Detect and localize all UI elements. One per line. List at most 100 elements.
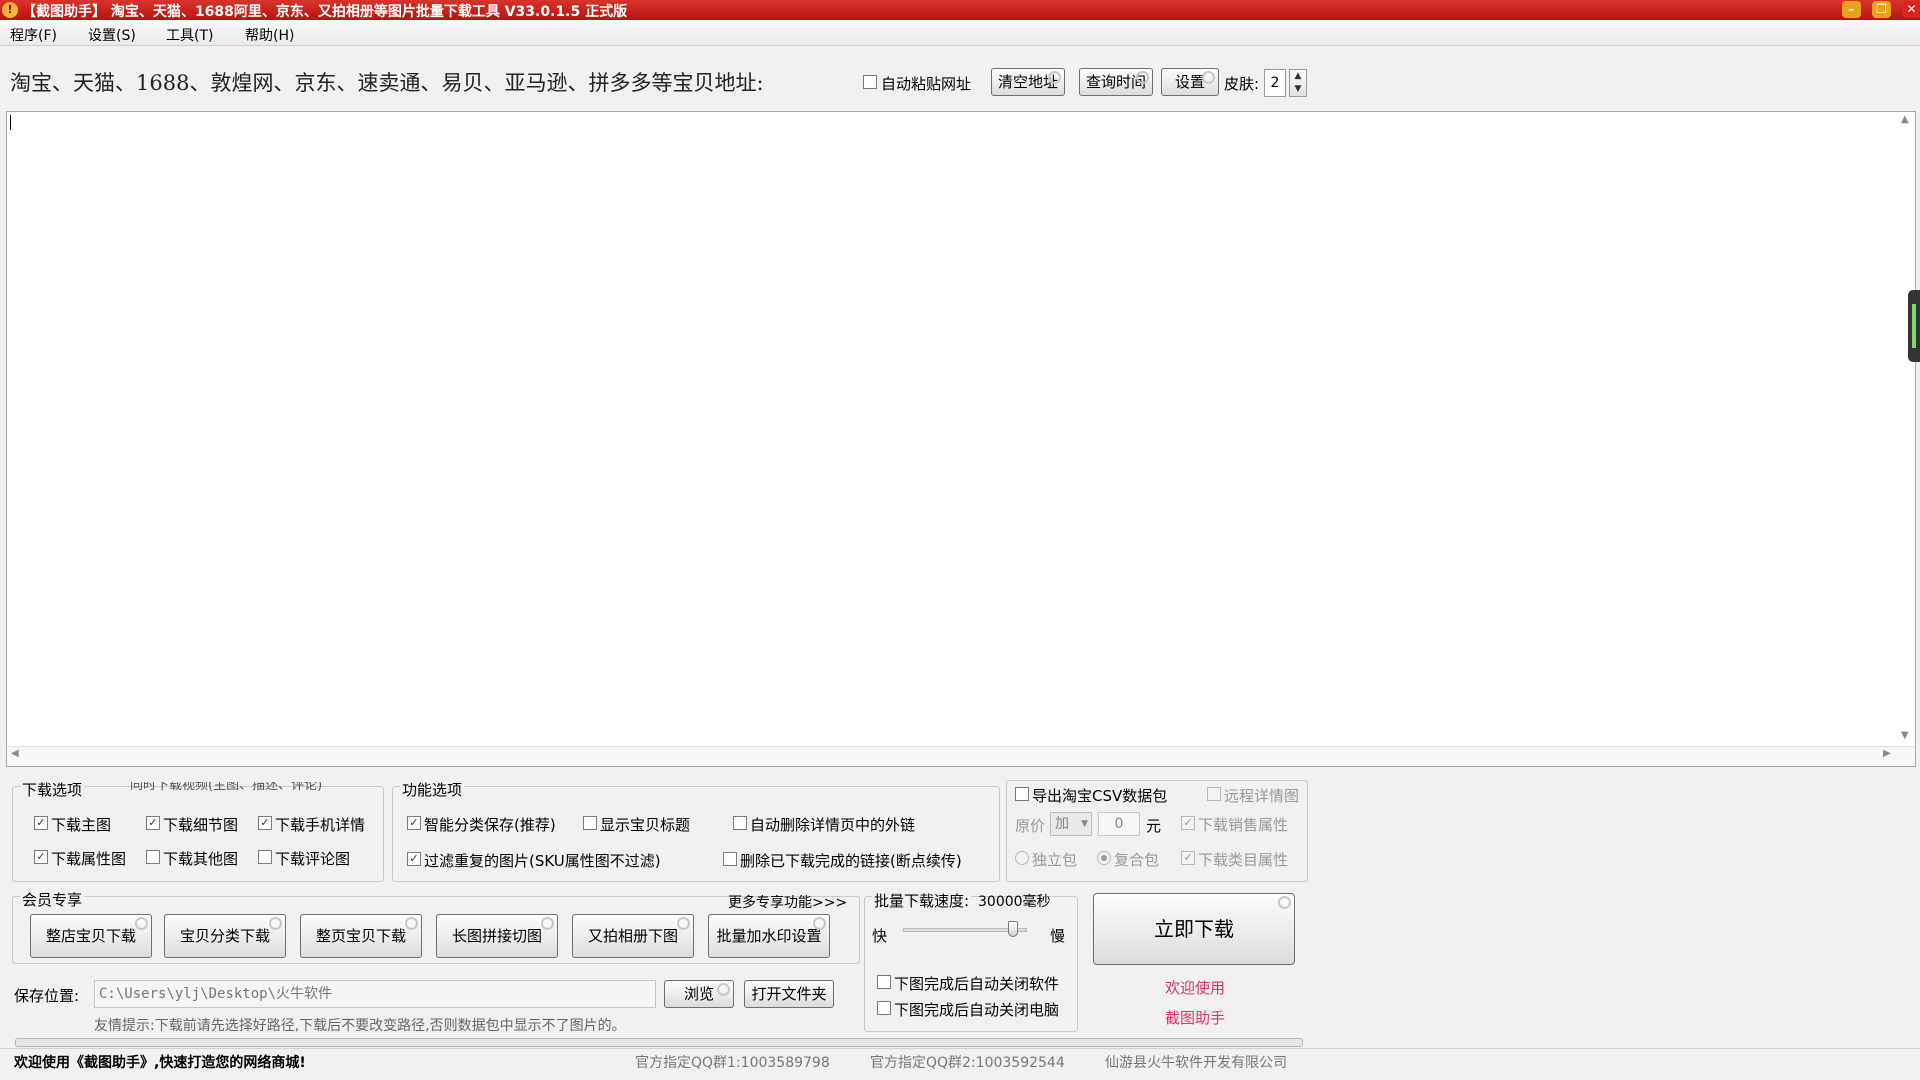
single-pack-label: 独立包 xyxy=(1032,851,1078,869)
menu-bar: 程序(F) 设置(S) 工具(T) 帮助(H) xyxy=(0,20,1920,46)
download-mobile-detail-label: 下载手机详情 xyxy=(275,816,366,834)
settings-button[interactable]: 设置 xyxy=(1161,68,1219,96)
sales-attr-checkbox[interactable]: ✓ xyxy=(1181,816,1195,830)
category-attr-checkbox[interactable]: ✓ xyxy=(1181,851,1195,865)
long-image-stitch-button[interactable]: 长图拼接切图 xyxy=(436,914,558,958)
auto-shutdown-checkbox[interactable] xyxy=(877,1001,891,1015)
download-attr-label: 下载属性图 xyxy=(51,850,127,868)
download-other-checkbox[interactable] xyxy=(146,850,160,864)
menu-program[interactable]: 程序(F) xyxy=(10,25,57,45)
app-icon: ! xyxy=(2,2,18,18)
scroll-right-icon[interactable]: ▶ xyxy=(1883,748,1891,759)
whole-shop-download-button[interactable]: 整店宝贝下载 xyxy=(30,914,152,958)
menu-settings[interactable]: 设置(S) xyxy=(88,25,136,45)
download-detail-label: 下载细节图 xyxy=(163,816,239,834)
app-name-text: 截图助手 xyxy=(1165,1009,1226,1027)
window-title: 【截图助手】 淘宝、天猫、1688阿里、京东、又拍相册等图片批量下载工具 V33… xyxy=(22,4,628,20)
member-exclusive-title: 会员专享 xyxy=(20,889,85,910)
side-handle-indicator xyxy=(1912,304,1916,348)
delete-finished-links-label: 删除已下载完成的链接(断点续传) xyxy=(740,852,962,870)
auto-shutdown-label: 下图完成后自动关闭电脑 xyxy=(894,1001,1060,1019)
compound-pack-radio[interactable] xyxy=(1097,851,1111,865)
status-qq-group-1: 官方指定QQ群1:1003589798 xyxy=(635,1055,830,1071)
show-title-label: 显示宝贝标题 xyxy=(600,816,691,834)
download-options-title: 下载选项 xyxy=(20,779,85,800)
category-attr-label: 下载类目属性 xyxy=(1198,851,1289,869)
price-label: 原价 xyxy=(1015,817,1046,835)
compound-pack-label: 复合包 xyxy=(1114,851,1160,869)
sales-attr-label: 下载销售属性 xyxy=(1198,816,1289,834)
price-unit-label: 元 xyxy=(1146,817,1162,835)
youpai-album-download-button[interactable]: 又拍相册下图 xyxy=(572,914,694,958)
speed-slider-thumb[interactable] xyxy=(1007,921,1018,937)
function-options-title: 功能选项 xyxy=(400,779,465,800)
save-location-label: 保存位置: xyxy=(14,987,80,1005)
auto-paste-checkbox[interactable] xyxy=(863,75,877,89)
speed-fast-label: 快 xyxy=(872,927,888,945)
horizontal-scrollbar[interactable] xyxy=(7,746,1915,766)
query-time-button[interactable]: 查询时间 xyxy=(1079,68,1153,96)
spin-down-icon[interactable]: ▼ xyxy=(1290,83,1306,96)
download-review-label: 下载评论图 xyxy=(275,850,351,868)
skin-value[interactable]: 2 xyxy=(1264,69,1286,97)
clear-address-button[interactable]: 清空地址 xyxy=(991,68,1065,96)
remove-external-links-checkbox[interactable] xyxy=(733,816,747,830)
browse-button[interactable]: 浏览 xyxy=(664,980,734,1008)
scroll-left-icon[interactable]: ◀ xyxy=(11,748,19,759)
remove-external-links-label: 自动删除详情页中的外链 xyxy=(750,816,916,834)
batch-watermark-button[interactable]: 批量加水印设置 xyxy=(708,914,830,958)
status-welcome: 欢迎使用《截图助手》,快速打造您的网络商城! xyxy=(14,1055,306,1071)
whole-page-download-button[interactable]: 整页宝贝下载 xyxy=(300,914,422,958)
filter-duplicates-checkbox[interactable]: ✓ xyxy=(407,852,421,866)
start-download-button[interactable]: 立即下载 xyxy=(1093,893,1295,965)
save-path-input[interactable]: C:\Users\ylj\Desktop\火牛软件 xyxy=(94,980,656,1008)
skin-spinner[interactable]: ▲ ▼ xyxy=(1289,69,1307,97)
side-dock-handle[interactable] xyxy=(1908,290,1920,362)
download-progress-bar xyxy=(15,1038,1303,1047)
maximize-button[interactable]: ❐ xyxy=(1872,1,1891,18)
price-value-input[interactable]: 0 xyxy=(1098,812,1140,836)
download-main-checkbox[interactable]: ✓ xyxy=(34,816,48,830)
auto-close-app-checkbox[interactable] xyxy=(877,975,891,989)
spin-up-icon[interactable]: ▲ xyxy=(1290,70,1306,83)
download-attr-checkbox[interactable]: ✓ xyxy=(34,850,48,864)
more-features-link[interactable]: 更多专享功能>>> xyxy=(728,892,847,912)
scroll-down-icon[interactable]: ▼ xyxy=(1901,730,1909,741)
url-label: 淘宝、天猫、1688、敦煌网、京东、速卖通、易贝、亚马逊、拼多多等宝贝地址: xyxy=(10,71,764,95)
title-bar: ! 【截图助手】 淘宝、天猫、1688阿里、京东、又拍相册等图片批量下载工具 V… xyxy=(0,0,1920,20)
auto-paste-label: 自动粘贴网址 xyxy=(881,75,972,93)
chevron-down-icon: ▼ xyxy=(1081,819,1088,829)
price-operation-value: 加 xyxy=(1055,816,1069,832)
category-download-button[interactable]: 宝贝分类下载 xyxy=(164,914,286,958)
remote-detail-checkbox[interactable] xyxy=(1207,787,1221,801)
smart-save-checkbox[interactable]: ✓ xyxy=(407,816,421,830)
export-csv-checkbox[interactable] xyxy=(1015,787,1029,801)
download-mobile-detail-checkbox[interactable]: ✓ xyxy=(258,816,272,830)
menu-help[interactable]: 帮助(H) xyxy=(245,25,294,45)
download-video-label-hidden: 同时下载视频(主图、描述、评论) xyxy=(130,782,323,792)
save-hint-text: 友情提示:下载前请先选择好路径,下载后不要改变路径,否则数据包中显示不了图片的。 xyxy=(94,1018,626,1034)
text-caret xyxy=(10,115,11,130)
open-folder-button[interactable]: 打开文件夹 xyxy=(744,980,834,1008)
delete-finished-links-checkbox[interactable] xyxy=(723,852,737,866)
download-main-label: 下载主图 xyxy=(51,816,112,834)
price-operation-select[interactable]: 加 ▼ xyxy=(1050,812,1092,836)
show-title-checkbox[interactable] xyxy=(583,816,597,830)
export-csv-label: 导出淘宝CSV数据包 xyxy=(1032,787,1168,805)
skin-label: 皮肤: xyxy=(1224,75,1260,93)
scroll-up-icon[interactable]: ▲ xyxy=(1901,114,1909,125)
remote-detail-label: 远程详情图 xyxy=(1224,787,1300,805)
single-pack-radio[interactable] xyxy=(1015,851,1029,865)
download-detail-checkbox[interactable]: ✓ xyxy=(146,816,160,830)
close-button[interactable]: ✕ xyxy=(1902,1,1920,18)
minimize-button[interactable]: – xyxy=(1842,1,1861,18)
download-review-checkbox[interactable] xyxy=(258,850,272,864)
url-text-area[interactable]: ▲ ▼ ◀ ▶ xyxy=(6,111,1916,767)
status-company: 仙游县火牛软件开发有限公司 xyxy=(1105,1055,1287,1071)
auto-close-app-label: 下图完成后自动关闭软件 xyxy=(894,975,1060,993)
welcome-text: 欢迎使用 xyxy=(1165,979,1226,997)
speed-slow-label: 慢 xyxy=(1050,927,1066,945)
speed-value: 30000毫秒 xyxy=(978,894,1051,910)
menu-tools[interactable]: 工具(T) xyxy=(166,25,213,45)
speed-label: 批量下载速度: xyxy=(872,890,972,911)
